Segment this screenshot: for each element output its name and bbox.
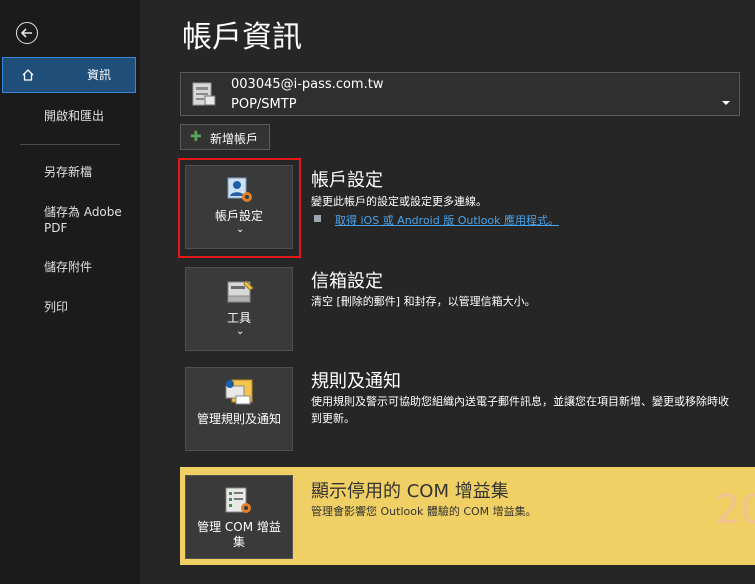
chevron-down-icon: ⌄ — [236, 326, 245, 337]
tools-button[interactable]: 工具 ⌄ — [185, 267, 293, 351]
mail-account-icon — [191, 81, 217, 113]
account-email: 003045@i-pass.com.tw — [231, 77, 384, 92]
account-dropdown[interactable]: 003045@i-pass.com.tw POP/SMTP — [180, 72, 740, 116]
sidebar-item-info[interactable]: 資訊 — [2, 57, 136, 93]
back-arrow-icon[interactable] — [16, 22, 38, 44]
section-title-rules: 規則及通知 — [311, 371, 401, 392]
sidebar-item-label: 儲存為 Adobe PDF — [44, 205, 122, 235]
highlight-frame — [178, 158, 301, 258]
section-title-mailbox: 信箱設定 — [311, 271, 383, 292]
section-desc-com: 管理會影響您 Outlook 體驗的 COM 增益集。 — [311, 505, 537, 518]
sidebar-item-save-pdf[interactable]: 儲存為 Adobe PDF — [0, 204, 130, 236]
bullet — [314, 215, 321, 222]
sidebar-item-open-export[interactable]: 開啟和匯出 — [0, 108, 140, 124]
account-type: POP/SMTP — [231, 97, 297, 112]
section-desc-account-settings: 變更此帳戶的設定或設定更多連線。 — [311, 195, 487, 208]
sidebar-item-label: 另存新檔 — [44, 165, 93, 179]
watermark: 20 — [715, 487, 755, 533]
section-title-com: 顯示停用的 COM 增益集 — [311, 481, 509, 502]
manage-com-addins-button[interactable]: 管理 COM 增益集 — [185, 475, 293, 559]
rules-icon — [224, 376, 256, 410]
section-desc-mailbox: 清空 [刪除的郵件] 和封存，以管理信箱大小。 — [311, 295, 536, 308]
chevron-down-icon — [721, 91, 731, 110]
tile-label: 管理規則及通知 — [196, 412, 281, 426]
add-account-button[interactable]: ✚ 新增帳戶 — [180, 124, 270, 150]
com-addins-band: 管理 COM 增益集 顯示停用的 COM 增益集 管理會影響您 Outlook … — [180, 467, 755, 565]
sidebar-item-label: 列印 — [44, 300, 69, 314]
com-addins-icon — [224, 486, 254, 520]
manage-rules-button[interactable]: 管理規則及通知 — [185, 367, 293, 451]
section-title-account-settings: 帳戶設定 — [311, 170, 383, 191]
sidebar: 資訊 開啟和匯出 另存新檔 儲存為 Adobe PDF 儲存附件 列印 — [0, 0, 140, 584]
sidebar-item-save-attachments[interactable]: 儲存附件 — [0, 259, 140, 275]
add-account-label: 新增帳戶 — [210, 132, 259, 146]
sidebar-item-save-as[interactable]: 另存新檔 — [0, 164, 140, 180]
sidebar-item-label: 開啟和匯出 — [44, 109, 105, 123]
tile-label: 工具 — [226, 311, 251, 325]
sidebar-divider — [20, 144, 120, 145]
sidebar-item-label: 資訊 — [87, 68, 112, 82]
tile-label: 管理 COM 增益集 — [197, 520, 281, 549]
get-mobile-app-link[interactable]: 取得 iOS 或 Android 版 Outlook 應用程式。 — [335, 212, 559, 228]
page-title: 帳戶資訊 — [182, 20, 302, 55]
home-icon — [21, 68, 35, 86]
section-desc-rules: 使用規則及警示可協助您組織內送電子郵件訊息，並讓您在項目新增、變更或移除時收到更… — [311, 395, 729, 425]
sidebar-item-print[interactable]: 列印 — [0, 299, 140, 315]
plus-icon: ✚ — [190, 129, 202, 145]
sidebar-item-label: 儲存附件 — [44, 260, 93, 274]
tools-icon — [226, 278, 256, 310]
